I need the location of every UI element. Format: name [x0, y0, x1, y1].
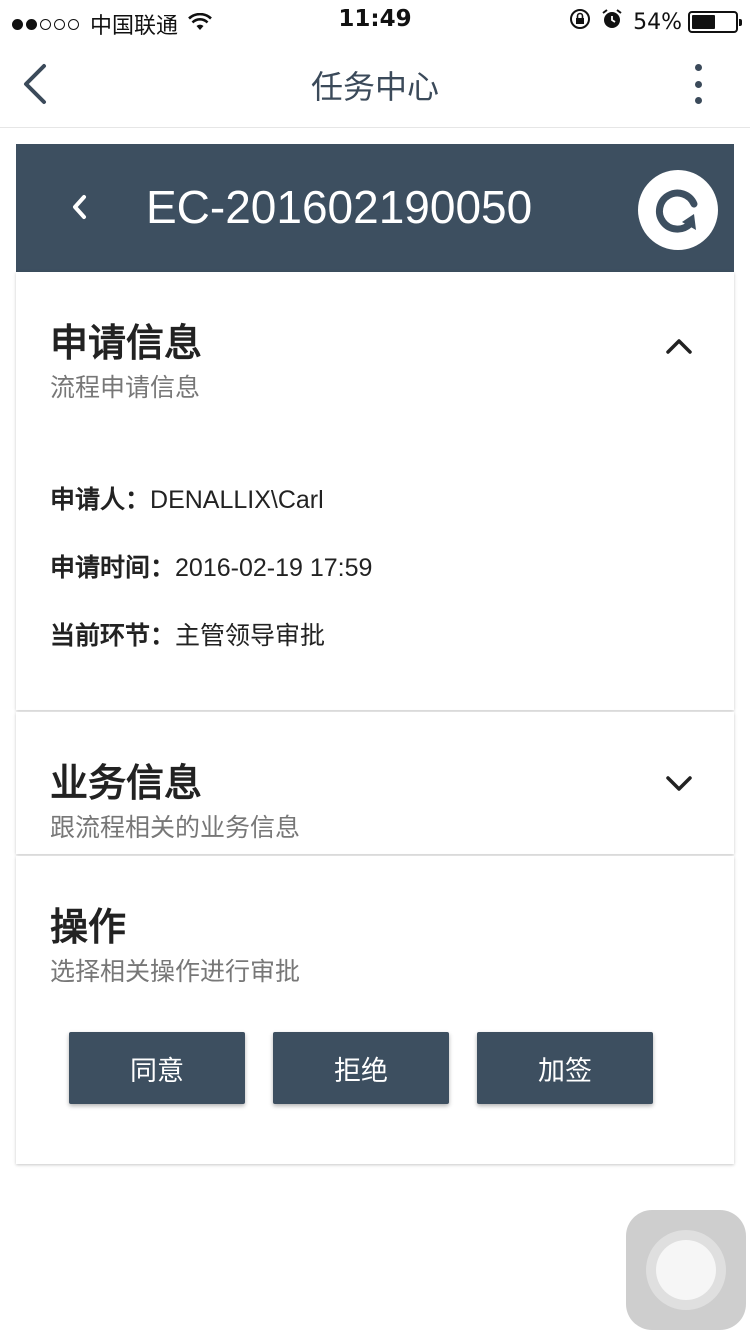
operations-title: 操作: [50, 905, 127, 949]
apply-info-title: 申请信息: [50, 321, 203, 365]
current-step-label: 当前环节：: [50, 621, 176, 650]
current-step-row: 当前环节：主管领导审批: [50, 616, 325, 652]
collapse-toggle[interactable]: [664, 336, 694, 356]
battery-icon: [688, 11, 742, 33]
applicant-label: 申请人：: [50, 485, 151, 514]
business-info-title: 业务信息: [50, 761, 203, 805]
task-id: EC-201602190050: [146, 181, 533, 233]
header-back-button[interactable]: [68, 192, 92, 222]
business-info-card[interactable]: 业务信息 跟流程相关的业务信息: [16, 712, 734, 854]
add-signer-button[interactable]: 加签: [477, 1032, 653, 1104]
reject-button[interactable]: 拒绝: [273, 1032, 449, 1104]
page-title: 任务中心: [310, 68, 439, 106]
task-header: EC-201602190050: [16, 144, 734, 272]
rotation-lock-icon: [569, 8, 591, 36]
apply-time-row: 申请时间：2016-02-19 17:59: [50, 548, 372, 584]
applicant-value: DENALLIX\Carl: [150, 486, 324, 514]
status-bar: 中国联通 11:49 54%: [0, 0, 750, 40]
assistive-touch-button[interactable]: [626, 1210, 746, 1330]
navigation-bar: 任务中心: [0, 40, 750, 128]
chevron-left-icon: [73, 195, 86, 219]
business-info-subtitle: 跟流程相关的业务信息: [50, 813, 301, 842]
apply-time-label: 申请时间：: [50, 553, 176, 582]
battery-percent: 54%: [633, 9, 682, 35]
refresh-button[interactable]: [638, 170, 718, 250]
battery-level: [692, 15, 715, 29]
apply-info-card: 申请信息 流程申请信息 申请人：DENALLIX\Carl 申请时间：2016-…: [16, 272, 734, 710]
apply-time-value: 2016-02-19 17:59: [175, 554, 373, 582]
apply-info-subtitle: 流程申请信息: [50, 373, 201, 402]
chevron-up-icon: [666, 339, 692, 354]
status-right: 54%: [569, 8, 742, 36]
expand-toggle[interactable]: [664, 774, 694, 794]
current-step-value: 主管领导审批: [175, 622, 326, 650]
more-menu-button[interactable]: [692, 64, 704, 104]
approve-button[interactable]: 同意: [69, 1032, 245, 1104]
alarm-icon: [601, 8, 623, 36]
chevron-down-icon: [666, 776, 692, 791]
refresh-icon: [655, 189, 698, 233]
operations-card: 操作 选择相关操作进行审批 同意 拒绝 加签: [16, 856, 734, 1164]
more-vertical-icon: [694, 64, 702, 71]
applicant-row: 申请人：DENALLIX\Carl: [50, 480, 324, 516]
operations-subtitle: 选择相关操作进行审批: [50, 957, 301, 986]
